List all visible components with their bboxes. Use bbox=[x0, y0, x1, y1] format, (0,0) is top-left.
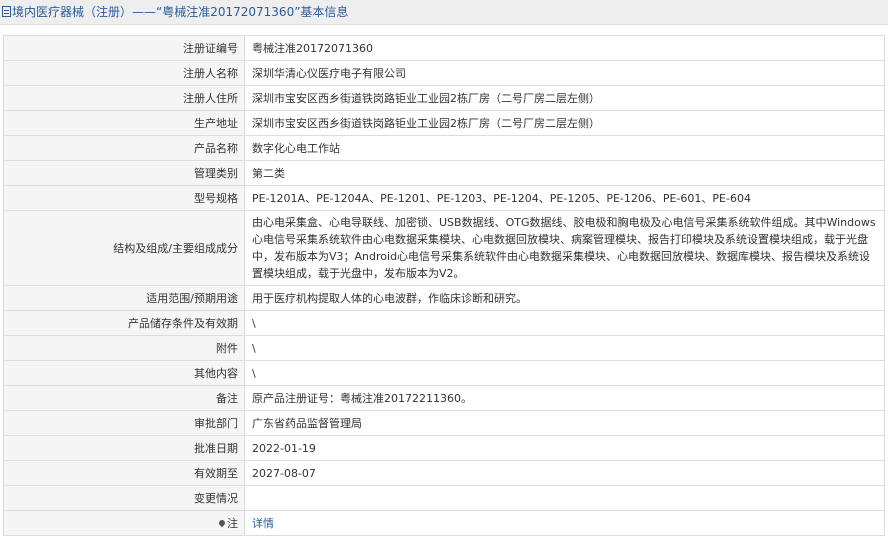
table-row: 生产地址 深圳市宝安区西乡街道铁岗路钜业工业园2栋厂房（二号厂房二层左侧） bbox=[3, 110, 885, 136]
page-title: 境内医疗器械（注册）——“粤械注准20172071360”基本信息 bbox=[12, 5, 349, 19]
row-label-registration-number: 注册证编号 bbox=[3, 35, 245, 61]
row-label-other: 其他内容 bbox=[3, 360, 245, 386]
table-row: 产品储存条件及有效期 \ bbox=[3, 310, 885, 336]
row-value-registrant-name: 深圳华清心仪医疗电子有限公司 bbox=[244, 60, 885, 86]
table-row: 变更情况 bbox=[3, 485, 885, 511]
table-row: 注册证编号 粤械注准20172071360 bbox=[3, 35, 885, 61]
details-link[interactable]: 详情 bbox=[252, 517, 274, 530]
row-label-approval-date: 批准日期 bbox=[3, 435, 245, 461]
document-icon bbox=[2, 6, 11, 17]
table-row: 结构及组成/主要组成成分 由心电采集盒、心电导联线、加密锁、USB数据线、OTG… bbox=[3, 210, 885, 286]
row-value-valid-until: 2027-08-07 bbox=[244, 460, 885, 486]
row-value-structure: 由心电采集盒、心电导联线、加密锁、USB数据线、OTG数据线、胶电极和胸电极及心… bbox=[244, 210, 885, 286]
note-label: 注 bbox=[227, 516, 238, 530]
table-row: 附件 \ bbox=[3, 335, 885, 361]
row-label-valid-until: 有效期至 bbox=[3, 460, 245, 486]
table-row: 注册人住所 深圳市宝安区西乡街道铁岗路钜业工业园2栋厂房（二号厂房二层左侧） bbox=[3, 85, 885, 111]
table-row: 适用范围/预期用途 用于医疗机构提取人体的心电波群，作临床诊断和研究。 bbox=[3, 285, 885, 311]
row-value-approval-dept: 广东省药品监督管理局 bbox=[244, 410, 885, 436]
row-label-product-name: 产品名称 bbox=[3, 135, 245, 161]
row-label-registrant-name: 注册人名称 bbox=[3, 60, 245, 86]
row-label-storage: 产品储存条件及有效期 bbox=[3, 310, 245, 336]
row-label-changes: 变更情况 bbox=[3, 485, 245, 511]
row-value-product-name: 数字化心电工作站 bbox=[244, 135, 885, 161]
row-label-registrant-address: 注册人住所 bbox=[3, 85, 245, 111]
row-value-production-address: 深圳市宝安区西乡街道铁岗路钜业工业园2栋厂房（二号厂房二层左侧） bbox=[244, 110, 885, 136]
row-value-note: 详情 bbox=[244, 510, 885, 536]
table-row: 注册人名称 深圳华清心仪医疗电子有限公司 bbox=[3, 60, 885, 86]
row-value-management-class: 第二类 bbox=[244, 160, 885, 186]
row-value-intended-use: 用于医疗机构提取人体的心电波群，作临床诊断和研究。 bbox=[244, 285, 885, 311]
row-value-registrant-address: 深圳市宝安区西乡街道铁岗路钜业工业园2栋厂房（二号厂房二层左侧） bbox=[244, 85, 885, 111]
row-label-management-class: 管理类别 bbox=[3, 160, 245, 186]
row-value-changes bbox=[244, 485, 885, 511]
row-label-model-spec: 型号规格 bbox=[3, 185, 245, 211]
page-title-bar: 境内医疗器械（注册）——“粤械注准20172071360”基本信息 bbox=[0, 0, 888, 25]
row-label-intended-use: 适用范围/预期用途 bbox=[3, 285, 245, 311]
table-row: 其他内容 \ bbox=[3, 360, 885, 386]
row-label-remarks: 备注 bbox=[3, 385, 245, 411]
row-label-attachment: 附件 bbox=[3, 335, 245, 361]
row-label-note: 注 bbox=[3, 510, 245, 536]
row-value-other: \ bbox=[244, 360, 885, 386]
table-row: 型号规格 PE-1201A、PE-1204A、PE-1201、PE-1203、P… bbox=[3, 185, 885, 211]
table-row: 备注 原产品注册证号：粤械注准20172211360。 bbox=[3, 385, 885, 411]
row-value-remarks: 原产品注册证号：粤械注准20172211360。 bbox=[244, 385, 885, 411]
table-row: 产品名称 数字化心电工作站 bbox=[3, 135, 885, 161]
row-value-approval-date: 2022-01-19 bbox=[244, 435, 885, 461]
row-value-model-spec: PE-1201A、PE-1204A、PE-1201、PE-1203、PE-120… bbox=[244, 185, 885, 211]
row-value-registration-number: 粤械注准20172071360 bbox=[244, 35, 885, 61]
pin-icon bbox=[217, 518, 227, 527]
table-row: 批准日期 2022-01-19 bbox=[3, 435, 885, 461]
row-value-storage: \ bbox=[244, 310, 885, 336]
table-row: 审批部门 广东省药品监督管理局 bbox=[3, 410, 885, 436]
row-label-production-address: 生产地址 bbox=[3, 110, 245, 136]
table-row: 管理类别 第二类 bbox=[3, 160, 885, 186]
info-table: 注册证编号 粤械注准20172071360 注册人名称 深圳华清心仪医疗电子有限… bbox=[3, 35, 885, 536]
row-label-structure: 结构及组成/主要组成成分 bbox=[3, 210, 245, 286]
table-row: 注 详情 bbox=[3, 510, 885, 536]
table-row: 有效期至 2027-08-07 bbox=[3, 460, 885, 486]
row-label-approval-dept: 审批部门 bbox=[3, 410, 245, 436]
row-value-attachment: \ bbox=[244, 335, 885, 361]
